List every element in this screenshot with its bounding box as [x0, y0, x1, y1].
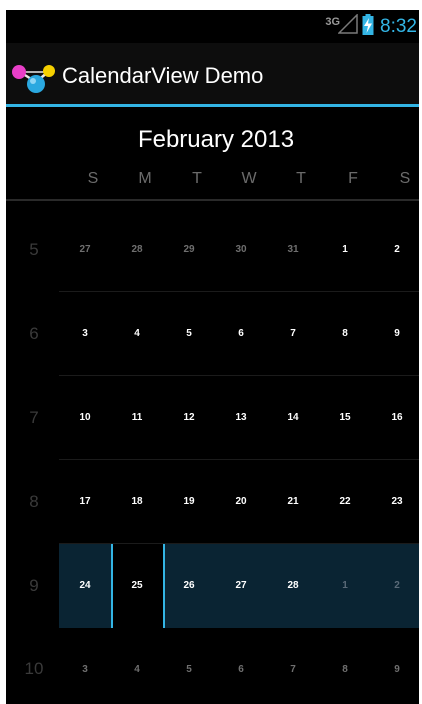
month-title: February 2013 [137, 126, 295, 153]
day-cell[interactable]: 27 [59, 244, 111, 255]
app-screen: 3G 8:32 CalendarView Demo February 2013 … [6, 10, 419, 704]
day-cell[interactable]: 22 [319, 496, 371, 507]
day-cell[interactable]: 26 [163, 580, 215, 591]
weekday-label: W [241, 170, 257, 187]
weekday-header-row: S M T W T F S [6, 170, 419, 194]
status-bar: 3G 8:32 [6, 10, 419, 43]
day-cell[interactable]: 1 [319, 244, 371, 255]
weekday-label: S [87, 170, 99, 187]
day-cell[interactable]: 3 [59, 664, 111, 675]
day-cell[interactable]: 2 [371, 244, 419, 255]
day-cell[interactable]: 9 [371, 664, 419, 675]
week-number: 10 [24, 659, 44, 678]
action-bar-divider [6, 104, 419, 107]
app-title: CalendarView Demo [62, 63, 264, 88]
day-cell[interactable]: 6 [215, 664, 267, 675]
week-number: 6 [29, 324, 39, 343]
day-cell[interactable]: 30 [215, 244, 267, 255]
week-number: 7 [29, 408, 39, 427]
day-cell[interactable]: 5 [163, 328, 215, 339]
day-cell[interactable]: 28 [111, 244, 163, 255]
day-cell[interactable]: 2 [371, 580, 419, 591]
day-cell[interactable]: 13 [215, 412, 267, 423]
week-number: 8 [29, 492, 39, 511]
day-cell[interactable]: 1 [319, 580, 371, 591]
week-divider [59, 543, 419, 544]
day-cell[interactable]: 7 [267, 664, 319, 675]
day-cell[interactable]: 19 [163, 496, 215, 507]
weekday-label: T [192, 170, 202, 187]
signal-icon [337, 13, 358, 39]
day-cell[interactable]: 10 [59, 412, 111, 423]
day-cell[interactable]: 5 [163, 664, 215, 675]
day-cell[interactable]: 6 [215, 328, 267, 339]
weekday-label: T [296, 170, 306, 187]
day-cell[interactable]: 18 [111, 496, 163, 507]
day-cell[interactable]: 24 [59, 580, 111, 591]
day-cell[interactable]: 20 [215, 496, 267, 507]
day-cell[interactable]: 28 [267, 580, 319, 591]
day-cell[interactable]: 17 [59, 496, 111, 507]
selected-day[interactable]: 25 [111, 580, 163, 591]
battery-charging-icon [362, 13, 374, 40]
day-cell[interactable]: 7 [267, 328, 319, 339]
network-type-label: 3G [325, 15, 341, 28]
week-number: 5 [29, 240, 39, 259]
day-cell[interactable]: 9 [371, 328, 419, 339]
day-cell[interactable]: 3 [59, 328, 111, 339]
day-cell[interactable]: 31 [267, 244, 319, 255]
day-cell[interactable]: 4 [111, 328, 163, 339]
day-cell[interactable]: 29 [163, 244, 215, 255]
day-cell[interactable]: 8 [319, 328, 371, 339]
day-cell[interactable]: 12 [163, 412, 215, 423]
day-cell[interactable]: 8 [319, 664, 371, 675]
day-cell[interactable]: 27 [215, 580, 267, 591]
day-cell[interactable]: 4 [111, 664, 163, 675]
molecule-app-icon[interactable] [10, 62, 58, 96]
day-cell[interactable]: 11 [111, 412, 163, 423]
day-cell[interactable]: 14 [267, 412, 319, 423]
day-cell[interactable]: 21 [267, 496, 319, 507]
status-clock: 8:32 [380, 15, 417, 37]
weekday-label: S [399, 170, 411, 187]
action-bar: CalendarView Demo [6, 43, 419, 104]
status-indicators: 3G 8:32 [325, 10, 417, 43]
day-cell[interactable]: 15 [319, 412, 371, 423]
day-cell[interactable]: 23 [371, 496, 419, 507]
weekday-label: M [138, 170, 152, 187]
weekday-label: F [348, 170, 358, 187]
header-divider [6, 199, 419, 201]
week-number: 9 [29, 576, 39, 595]
day-cell[interactable]: 16 [371, 412, 419, 423]
